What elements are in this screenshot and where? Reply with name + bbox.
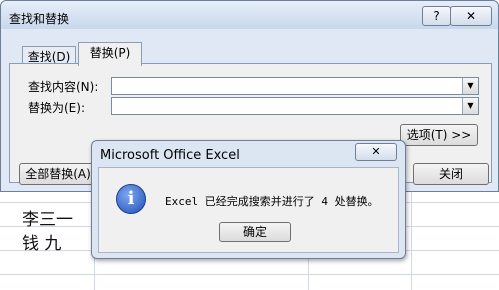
close-dialog-button[interactable]: ✕ <box>450 6 492 26</box>
message-box-title: Microsoft Office Excel <box>100 148 240 163</box>
replace-with-input[interactable]: ▼ <box>111 97 479 115</box>
message-box: Microsoft Office Excel ✕ i Excel 已经完成搜索并… <box>91 140 406 259</box>
options-button[interactable]: 选项(T) >> <box>400 124 478 146</box>
message-text: Excel 已经完成搜索并进行了 4 处替换。 <box>165 195 379 208</box>
help-button[interactable]: ? <box>422 6 451 26</box>
tab-replace[interactable]: 替换(P) <box>78 42 142 66</box>
find-replace-title-bar[interactable]: 查找和替换 ? ✕ <box>1 1 498 29</box>
replace-with-label: 替换为(E): <box>28 101 85 115</box>
cell-name-2[interactable]: 钱 九 <box>22 229 61 254</box>
grid-line <box>0 274 499 275</box>
chevron-down-icon[interactable]: ▼ <box>462 98 478 114</box>
ok-button[interactable]: 确定 <box>219 222 291 242</box>
find-what-input[interactable]: ▼ <box>111 77 479 95</box>
chevron-down-icon[interactable]: ▼ <box>462 78 478 94</box>
dialog-title: 查找和替换 <box>9 12 70 26</box>
message-close-button[interactable]: ✕ <box>355 143 397 161</box>
close-button[interactable]: 关闭 <box>413 163 489 185</box>
message-box-body: i Excel 已经完成搜索并进行了 4 处替换。 确定 <box>98 167 399 253</box>
find-what-label: 查找内容(N): <box>28 80 99 94</box>
information-icon: i <box>116 184 146 214</box>
replace-all-button[interactable]: 全部替换(A) <box>19 163 97 185</box>
cell-name-1[interactable]: 李三一 <box>22 205 73 230</box>
